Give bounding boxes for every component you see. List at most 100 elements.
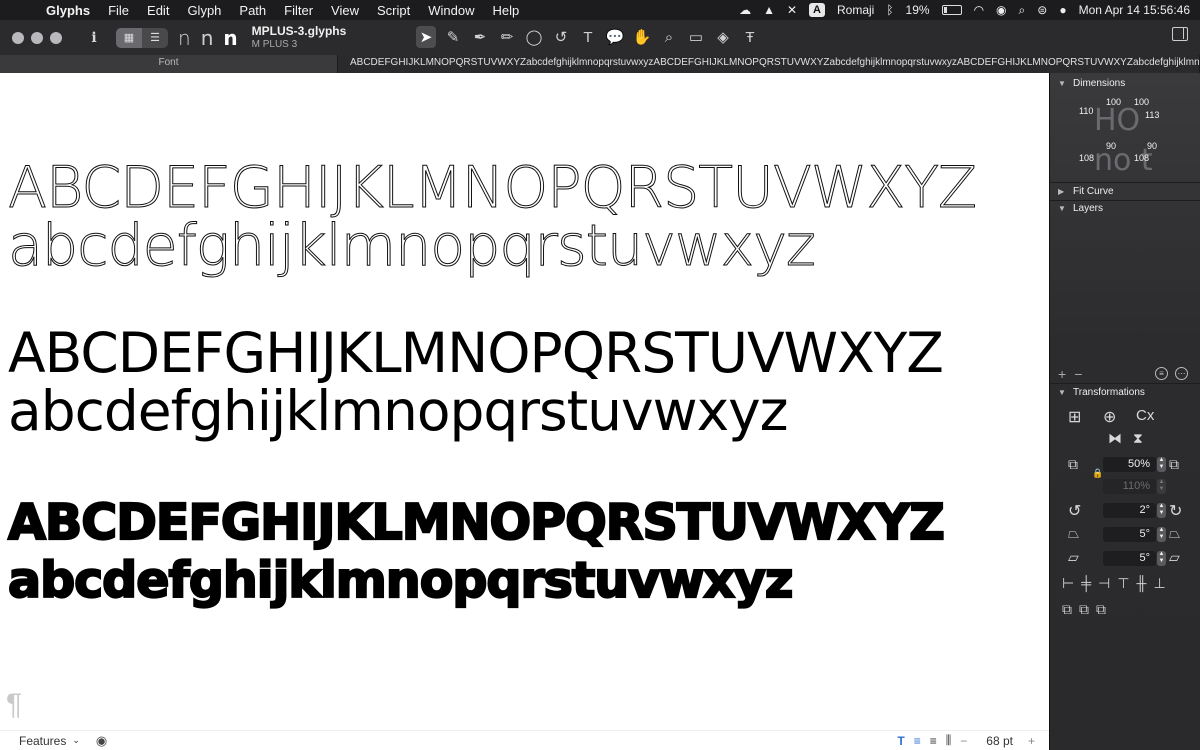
preview-tool-icon[interactable]: ◈ <box>713 26 733 48</box>
text-tool-icon[interactable]: T <box>578 26 598 48</box>
minimize-window-button[interactable] <box>31 31 43 44</box>
align-bottom-edges-icon[interactable]: ⊥ <box>1153 575 1165 592</box>
fit-curve-header[interactable]: ▶ Fit Curve <box>1050 183 1200 199</box>
scale-field[interactable]: 50% <box>1103 457 1156 472</box>
chevron-down-icon[interactable]: ⌄ <box>72 735 80 746</box>
menu-script[interactable]: Script <box>368 3 419 18</box>
control-center-icon[interactable]: ⊜ <box>1037 3 1047 17</box>
rotate-field[interactable]: 2° <box>1103 503 1156 518</box>
dim-h-right[interactable]: 100 <box>1106 97 1121 107</box>
align-right-edges-icon[interactable]: ⊣ <box>1098 575 1110 592</box>
master-black-button[interactable]: n <box>223 28 237 48</box>
input-source-name[interactable]: Romaji <box>837 3 874 17</box>
close-window-button[interactable] <box>12 31 24 44</box>
siri-icon[interactable]: ● <box>1059 3 1066 17</box>
rotate-ccw-icon[interactable]: ↺ <box>1068 501 1081 521</box>
scale-up-icon[interactable]: ⧉ <box>1169 456 1179 473</box>
annotation-tool-icon[interactable]: 💬 <box>605 26 625 48</box>
wifi-icon[interactable]: ◠ <box>974 3 984 17</box>
sample-light-lower[interactable]: abcdefghijklmnopqrstuvwxyz <box>8 213 817 280</box>
dimensions-header[interactable]: ▼ Dimensions <box>1050 75 1200 91</box>
remove-layer-button[interactable]: − <box>1074 366 1082 382</box>
mute-icon[interactable]: ✕ <box>787 3 797 17</box>
align-left-edges-icon[interactable]: ⊢ <box>1062 575 1074 592</box>
align-top-edges-icon[interactable]: ⊤ <box>1117 575 1129 592</box>
align-h-centers-icon[interactable]: ╪ <box>1081 575 1091 592</box>
list-view-icon[interactable]: ☰ <box>142 28 168 48</box>
draw-tool-icon[interactable]: ✒ <box>470 26 490 48</box>
vertical-text-icon[interactable]: ⫼ <box>946 733 952 748</box>
menu-help[interactable]: Help <box>483 3 528 18</box>
menu-glyph[interactable]: Glyph <box>178 3 230 18</box>
font-size-field[interactable]: 68 pt <box>986 734 1013 748</box>
bluetooth-icon[interactable]: ᛒ <box>886 3 893 17</box>
input-source-badge[interactable]: A <box>809 3 825 17</box>
sidebar-toggle-icon[interactable] <box>1172 27 1188 41</box>
menu-path[interactable]: Path <box>230 3 275 18</box>
info-button[interactable]: i <box>86 30 102 46</box>
transformations-header[interactable]: ▼ Transformations <box>1050 384 1200 400</box>
flip-horizontal-icon[interactable]: ⧓ <box>1108 430 1122 447</box>
skew-right-icon[interactable]: ⏥ <box>1169 549 1180 566</box>
union-icon[interactable]: ⧉ <box>1062 601 1072 618</box>
dim-o-left[interactable]: 100 <box>1134 97 1149 107</box>
primitives-tool-icon[interactable]: ◯ <box>524 26 544 48</box>
align-v-centers-icon[interactable]: ╫ <box>1137 575 1147 592</box>
battery-icon[interactable] <box>941 5 962 15</box>
features-menu[interactable]: Features <box>19 734 66 748</box>
skew-stepper[interactable]: ▲ ▼ <box>1157 551 1166 566</box>
zoom-in-button[interactable]: + <box>1028 734 1035 748</box>
scale-stepper-vertical[interactable]: ▲ ▼ <box>1157 479 1166 494</box>
user-icon[interactable]: ◉ <box>996 3 1006 17</box>
drive-icon[interactable]: ▲ <box>763 3 775 17</box>
dim-h-left[interactable]: 110 <box>1079 106 1093 116</box>
rotate-stepper[interactable]: ▲ ▼ <box>1157 503 1166 518</box>
align-left-icon[interactable]: ≡ <box>914 734 921 748</box>
scale-stepper[interactable]: ▲ ▼ <box>1157 457 1166 472</box>
menubar-clock[interactable]: Mon Apr 14 15:56:46 <box>1079 3 1190 17</box>
menu-app-glyphs[interactable]: Glyphs <box>44 3 99 18</box>
zoom-out-button[interactable]: − <box>960 734 967 748</box>
menu-view[interactable]: View <box>322 3 368 18</box>
add-layer-button[interactable]: + <box>1058 366 1066 382</box>
layer-filter-icon[interactable]: ≡ <box>1155 367 1168 380</box>
dim-o2-right[interactable]: 90 <box>1147 141 1157 151</box>
slant-right-icon[interactable]: ⏢ <box>1169 525 1180 542</box>
slant-field[interactable]: 5° <box>1103 527 1156 542</box>
layer-more-icon[interactable]: ⋯ <box>1175 367 1188 380</box>
sample-black-lower[interactable]: abcdefghijklmnopqrstuvwxyz <box>7 551 795 610</box>
sample-regular-lower[interactable]: abcdefghijklmnopqrstuvwxyz <box>8 379 789 443</box>
pencil-tool-icon[interactable]: ✏ <box>497 26 517 48</box>
type-tool-icon[interactable]: Ŧ <box>740 26 760 48</box>
dim-o-right[interactable]: 113 <box>1145 110 1159 120</box>
intersect-icon[interactable]: ⧉ <box>1096 601 1106 618</box>
slant-left-icon[interactable]: ⏢ <box>1068 525 1079 542</box>
subtract-icon[interactable]: ⧉ <box>1079 601 1089 618</box>
sample-black-upper[interactable]: ABCDEFGHIJKLMNOPQRSTUVWXYZ <box>7 493 946 552</box>
rotate-tool-icon[interactable]: ↺ <box>551 26 571 48</box>
edit-tool-icon[interactable]: ✎ <box>443 26 463 48</box>
skew-left-icon[interactable]: ⏥ <box>1068 549 1079 566</box>
creative-cloud-icon[interactable]: ☁ <box>739 3 751 17</box>
scale-icon[interactable]: ⧉ <box>1068 456 1078 473</box>
eye-icon[interactable]: ◉ <box>96 733 107 749</box>
tab-edit-text[interactable]: ABCDEFGHIJKLMNOPQRSTUVWXYZabcdefghijklmn… <box>338 55 1200 73</box>
measure-tool-icon[interactable]: ▭ <box>686 26 706 48</box>
edit-canvas[interactable]: ABCDEFGHIJKLMNOPQRSTUVWXYZ abcdefghijklm… <box>0 73 1049 730</box>
slant-stepper[interactable]: ▲ ▼ <box>1157 527 1166 542</box>
layers-header[interactable]: ▼ Layers <box>1050 200 1200 216</box>
grid-view-icon[interactable]: ▦ <box>116 27 142 48</box>
menu-window[interactable]: Window <box>419 3 483 18</box>
dim-o2-left[interactable]: 108 <box>1134 153 1149 163</box>
align-right-icon[interactable]: ≡ <box>930 734 937 748</box>
dim-n-right[interactable]: 90 <box>1106 141 1116 151</box>
transform-origin-custom-icon[interactable]: Cx <box>1136 407 1154 424</box>
sample-regular-upper[interactable]: ABCDEFGHIJKLMNOPQRSTUVWXYZ <box>8 321 944 385</box>
menu-file[interactable]: File <box>99 3 138 18</box>
zoom-window-button[interactable] <box>50 31 62 44</box>
sample-light-upper[interactable]: ABCDEFGHIJKLMNOPQRSTUVWXYZ <box>7 155 977 222</box>
scale-field-vertical[interactable]: 110% <box>1103 479 1156 494</box>
spotlight-search-icon[interactable]: ⌕ <box>1019 3 1026 18</box>
transform-origin-grid-icon[interactable]: ⊞ <box>1068 407 1081 427</box>
master-regular-button[interactable]: n <box>201 28 214 48</box>
